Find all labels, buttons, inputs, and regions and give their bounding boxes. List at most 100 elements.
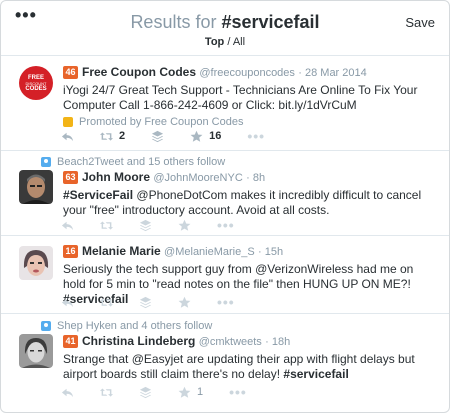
tweet-item[interactable]: 16 Melanie Marie @MelanieMarie_S · 15h Se… bbox=[1, 236, 449, 314]
retweet-icon bbox=[100, 131, 113, 141]
tweet-header: 16 Melanie Marie @MelanieMarie_S · 15h bbox=[63, 243, 437, 260]
tweet-header: 63 John Moore @JohnMooreNYC · 8h bbox=[63, 169, 437, 186]
tweet-time[interactable]: · 8h bbox=[246, 172, 265, 184]
retweet-icon bbox=[100, 297, 113, 307]
hashtag-link[interactable]: #ServiceFail bbox=[63, 188, 133, 202]
avatar[interactable] bbox=[19, 246, 53, 280]
stack-icon bbox=[152, 130, 164, 142]
page-title: Results for #servicefail bbox=[1, 12, 449, 33]
tweet-text-content: Strange that @Easyjet are updating their… bbox=[63, 352, 415, 381]
author-handle[interactable]: @JohnMooreNYC bbox=[153, 172, 242, 184]
author-name[interactable]: Free Coupon Codes bbox=[82, 65, 196, 79]
score-badge: 46 bbox=[63, 66, 78, 79]
retweet-button[interactable] bbox=[100, 386, 113, 399]
title-prefix: Results for bbox=[130, 12, 222, 32]
author-name[interactable]: Melanie Marie bbox=[82, 244, 161, 258]
tweet-body: 63 John Moore @JohnMooreNYC · 8h #Service… bbox=[63, 169, 437, 218]
favorite-button[interactable] bbox=[178, 296, 191, 309]
tweet-body: 41 Christina Lindeberg @cmktweets · 18h S… bbox=[63, 333, 437, 382]
filter-separator: / bbox=[224, 36, 233, 48]
more-actions-button[interactable]: ••• bbox=[229, 384, 247, 400]
favorite-count: 1 bbox=[197, 386, 204, 398]
filter-top[interactable]: Top bbox=[205, 36, 224, 48]
score-badge: 16 bbox=[63, 245, 78, 258]
favorite-count: 16 bbox=[209, 130, 222, 142]
retweet-count: 2 bbox=[119, 130, 126, 142]
score-badge: 41 bbox=[63, 335, 78, 348]
reply-icon bbox=[61, 132, 74, 141]
author-name[interactable]: John Moore bbox=[82, 170, 150, 184]
buffer-button[interactable] bbox=[139, 386, 152, 399]
star-icon bbox=[190, 130, 203, 142]
more-actions-button[interactable]: ••• bbox=[217, 217, 235, 233]
tweet-actions: 2 16 ••• bbox=[61, 128, 291, 144]
tweet-time[interactable]: · 15h bbox=[258, 246, 283, 258]
reply-button[interactable] bbox=[61, 386, 74, 399]
more-actions-button[interactable]: ••• bbox=[217, 294, 235, 310]
header: ••• Results for #servicefail Save Top / … bbox=[1, 1, 449, 56]
star-icon bbox=[178, 386, 191, 398]
star-icon bbox=[178, 219, 191, 231]
reply-icon bbox=[61, 298, 74, 307]
retweet-button[interactable] bbox=[100, 219, 113, 232]
christina-lindeberg-photo bbox=[19, 334, 53, 368]
favorite-button[interactable] bbox=[178, 219, 191, 232]
reply-button[interactable] bbox=[61, 296, 74, 309]
tweet-item[interactable]: FREE DISCOUNT CODES 46 Free Coupon Codes … bbox=[1, 56, 449, 151]
score-badge: 63 bbox=[63, 171, 78, 184]
author-handle[interactable]: @freecouponcodes bbox=[199, 67, 295, 79]
star-icon bbox=[178, 296, 191, 308]
favorite-button[interactable]: 16 bbox=[190, 130, 221, 143]
favorite-button[interactable]: 1 bbox=[178, 386, 203, 399]
avatar[interactable] bbox=[19, 170, 53, 204]
reply-icon bbox=[61, 221, 74, 230]
tweet-header: 46 Free Coupon Codes @freecouponcodes · 2… bbox=[63, 64, 437, 81]
buffer-button[interactable] bbox=[151, 130, 164, 143]
promoted-icon bbox=[63, 117, 73, 127]
melanie-marie-photo bbox=[19, 246, 53, 280]
result-filter: Top / All bbox=[1, 36, 449, 48]
hashtag-link[interactable]: #servicefail bbox=[283, 367, 348, 381]
retweet-button[interactable]: 2 bbox=[100, 130, 125, 143]
save-search-button[interactable]: Save bbox=[405, 15, 435, 30]
tweet-text-content: Seriously the tech support guy from @Ver… bbox=[63, 262, 414, 291]
buffer-button[interactable] bbox=[139, 219, 152, 232]
author-handle[interactable]: @cmktweets bbox=[199, 336, 262, 348]
title-query: #servicefail bbox=[221, 12, 320, 32]
tweet-text: Strange that @Easyjet are updating their… bbox=[63, 352, 437, 382]
stack-icon bbox=[139, 219, 152, 231]
retweet-icon bbox=[100, 220, 113, 230]
social-context: Beach2Tweet and 15 others follow bbox=[41, 156, 225, 168]
stack-icon bbox=[139, 386, 152, 398]
person-icon bbox=[41, 321, 51, 331]
avatar[interactable] bbox=[19, 334, 53, 368]
john-moore-photo bbox=[19, 170, 53, 204]
reply-button[interactable] bbox=[61, 130, 74, 143]
filter-all[interactable]: All bbox=[233, 36, 245, 48]
author-name[interactable]: Christina Lindeberg bbox=[82, 334, 195, 348]
tweet-time[interactable]: · 28 Mar 2014 bbox=[298, 67, 366, 79]
reply-button[interactable] bbox=[61, 219, 74, 232]
avatar-text-line: CODES bbox=[25, 85, 47, 92]
promoted-label: Promoted by Free Coupon Codes bbox=[63, 116, 437, 128]
retweet-button[interactable] bbox=[100, 296, 113, 309]
tweet-time[interactable]: · 18h bbox=[265, 336, 290, 348]
search-results-window: ••• Results for #servicefail Save Top / … bbox=[0, 0, 450, 413]
tweet-text: #ServiceFail @PhoneDotCom makes it incre… bbox=[63, 188, 437, 218]
more-actions-button[interactable]: ••• bbox=[247, 128, 265, 144]
tweet-actions: ••• bbox=[61, 294, 261, 310]
avatar[interactable]: FREE DISCOUNT CODES bbox=[19, 66, 53, 100]
author-handle[interactable]: @MelanieMarie_S bbox=[164, 246, 255, 258]
social-context-text[interactable]: Shep Hyken and 4 others follow bbox=[57, 320, 212, 332]
tweet-actions: 1 ••• bbox=[61, 384, 273, 400]
stack-icon bbox=[139, 296, 152, 308]
tweet-body: 46 Free Coupon Codes @freecouponcodes · 2… bbox=[63, 64, 437, 128]
tweet-actions: ••• bbox=[61, 217, 261, 233]
tweet-item[interactable]: Beach2Tweet and 15 others follow 63 John … bbox=[1, 151, 449, 236]
retweet-icon bbox=[100, 387, 113, 397]
tweet-header: 41 Christina Lindeberg @cmktweets · 18h bbox=[63, 333, 437, 350]
person-icon bbox=[41, 157, 51, 167]
social-context-text[interactable]: Beach2Tweet and 15 others follow bbox=[57, 156, 225, 168]
buffer-button[interactable] bbox=[139, 296, 152, 309]
tweet-item[interactable]: Shep Hyken and 4 others follow 41 Christi… bbox=[1, 314, 449, 412]
